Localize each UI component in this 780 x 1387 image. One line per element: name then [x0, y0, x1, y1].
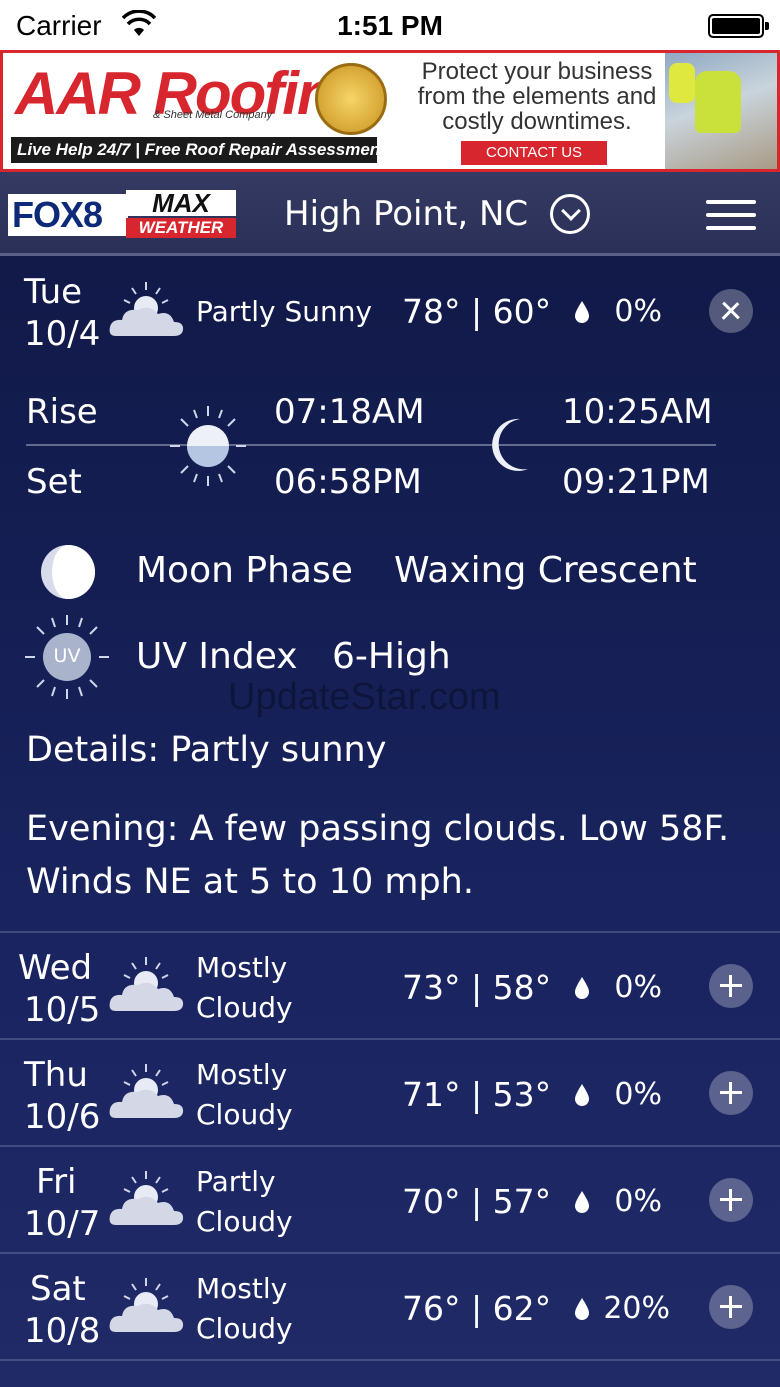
forecast-day: Thu: [24, 1055, 88, 1095]
sunset-time: 06:58PM: [274, 462, 422, 502]
forecast-temp: 71° | 53°: [402, 1075, 552, 1114]
today-temp: 78° | 60°: [402, 292, 552, 331]
forecast-temp: 70° | 57°: [402, 1182, 552, 1221]
logo-weather: WEATHER: [126, 218, 236, 238]
forecast-condition-line1: Mostly: [196, 951, 288, 984]
forecast-condition-line1: Mostly: [196, 1058, 288, 1091]
mostly-cloudy-icon: [109, 1278, 184, 1332]
forecast-date: 10/7: [24, 1204, 101, 1244]
ad-contact-button[interactable]: CONTACT US: [461, 141, 607, 165]
sunrise-time: 07:18AM: [274, 392, 425, 432]
ad-brand-subtitle: & Sheet Metal Company: [153, 109, 273, 121]
raindrop-icon: [575, 301, 589, 323]
partly-sunny-icon: [109, 282, 184, 336]
moon-icon: [492, 418, 528, 471]
forecast-precip: 20%: [603, 1291, 670, 1326]
uv-index-label: UV Index: [136, 636, 298, 677]
raindrop-icon: [575, 1298, 589, 1320]
logo-max: MAX: [126, 190, 236, 216]
hamburger-menu-icon[interactable]: [706, 198, 756, 232]
row-divider: [0, 1252, 780, 1254]
uv-index-icon: UV: [24, 614, 110, 700]
expand-button[interactable]: [709, 964, 753, 1008]
status-bar: Carrier 1:51 PM: [0, 0, 780, 50]
forecast-precip: 0%: [614, 1077, 662, 1112]
forecast-date: 10/6: [24, 1097, 101, 1137]
fox8-max-weather-logo: FOX8 MAX WEATHER: [8, 190, 236, 240]
rise-label: Rise: [26, 392, 98, 432]
forecast-day: Sat: [30, 1269, 86, 1309]
forecast-date: 10/8: [24, 1311, 101, 1351]
row-divider: [0, 1359, 780, 1361]
raindrop-icon: [575, 977, 589, 999]
row-divider: [0, 1145, 780, 1147]
forecast-date: 10/5: [24, 990, 101, 1030]
expand-button[interactable]: [709, 1178, 753, 1222]
today-date: 10/4: [24, 314, 101, 354]
forecast-temp: 73° | 58°: [402, 968, 552, 1007]
forecast-temp: 76° | 62°: [402, 1289, 552, 1328]
sun-icon: [170, 406, 246, 486]
forecast-condition-line2: Cloudy: [196, 1312, 293, 1345]
clock: 1:51 PM: [337, 10, 443, 41]
moonset-time: 09:21PM: [562, 462, 710, 502]
today-condition: Partly Sunny: [196, 295, 373, 328]
forecast-precip: 0%: [614, 1184, 662, 1219]
expand-button[interactable]: [709, 1285, 753, 1329]
moon-phase-value: Waxing Crescent: [394, 550, 697, 591]
collapse-close-button[interactable]: [709, 289, 753, 333]
moonrise-time: 10:25AM: [562, 392, 713, 432]
evening-text: Evening: A few passing clouds. Low 58F. …: [26, 809, 730, 902]
forecast-condition-line1: Partly: [196, 1165, 276, 1198]
moon-phase-icon: [41, 545, 95, 599]
raindrop-icon: [575, 1084, 589, 1106]
location-title[interactable]: High Point, NC: [284, 194, 528, 234]
partly-cloudy-icon: [109, 1171, 184, 1225]
details-text: Details: Partly sunny: [26, 730, 387, 770]
uv-badge-text: UV: [53, 645, 81, 667]
ad-copy: Protect your business from the elements …: [417, 58, 657, 135]
set-label: Set: [26, 462, 82, 502]
forecast-condition-line1: Mostly: [196, 1272, 288, 1305]
battery-icon: [708, 14, 769, 38]
mostly-cloudy-icon: [109, 957, 184, 1011]
mostly-cloudy-icon: [109, 1064, 184, 1118]
moon-phase-label: Moon Phase: [136, 550, 353, 591]
logo-fox8: FOX8: [8, 194, 128, 236]
ad-photo: [665, 53, 777, 169]
forecast-condition-line2: Cloudy: [196, 1098, 293, 1131]
expand-button[interactable]: [709, 1071, 753, 1115]
chevron-down-icon[interactable]: [550, 194, 590, 234]
forecast-day: Wed: [18, 948, 93, 988]
forecast-condition-line2: Cloudy: [196, 1205, 293, 1238]
today-precip: 0%: [614, 294, 662, 329]
raindrop-icon: [575, 1191, 589, 1213]
forecast-precip: 0%: [614, 970, 662, 1005]
forecast-day: Fri: [36, 1162, 77, 1202]
uv-index-value: 6-High: [332, 636, 451, 677]
award-seal-icon: [315, 63, 387, 135]
ad-banner[interactable]: AAR Roofing & Sheet Metal Company Live H…: [0, 50, 780, 172]
today-day: Tue: [24, 272, 83, 312]
row-divider: [0, 931, 780, 933]
ad-tagline: Live Help 24/7 | Free Roof Repair Assess…: [11, 137, 377, 163]
sun-moon-divider: [26, 444, 716, 446]
row-divider: [0, 1038, 780, 1040]
app-header: FOX8 MAX WEATHER High Point, NC: [0, 172, 780, 256]
watermark: UpdateStar.com: [228, 676, 501, 718]
forecast-condition-line2: Cloudy: [196, 991, 293, 1024]
